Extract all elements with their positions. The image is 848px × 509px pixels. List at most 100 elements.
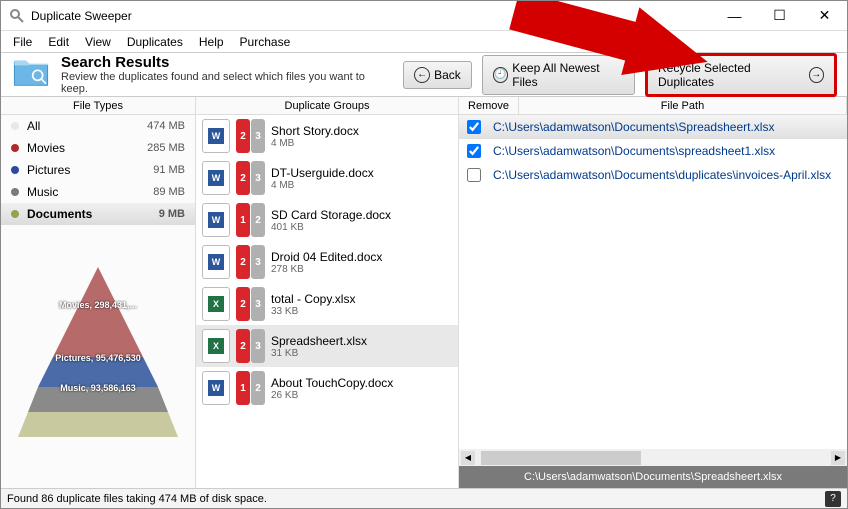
pyr-music: Music, 93,586,163 xyxy=(60,383,136,393)
group-filesize: 26 KB xyxy=(271,390,393,401)
filetype-label: Pictures xyxy=(27,163,145,177)
dup-count-badges: 12 xyxy=(236,203,265,237)
dup-count-badges: 12 xyxy=(236,371,265,405)
group-row[interactable]: X 23 total - Copy.xlsx 33 KB xyxy=(196,283,458,325)
back-label: Back xyxy=(434,68,461,82)
pyr-movies: Movies, 298,431,... xyxy=(59,300,137,310)
selected-path-footer: C:\Users\adamwatson\Documents\Spreadshee… xyxy=(459,466,847,488)
word-doc-icon: W xyxy=(202,203,230,237)
group-filename: total - Copy.xlsx xyxy=(271,292,355,306)
group-row[interactable]: X 23 Spreadsheert.xlsx 31 KB xyxy=(196,325,458,367)
group-filesize: 401 KB xyxy=(271,222,391,233)
minimize-button[interactable]: — xyxy=(712,1,757,31)
group-filesize: 278 KB xyxy=(271,264,382,275)
group-filesize: 4 MB xyxy=(271,180,374,191)
filetype-label: Documents xyxy=(27,207,151,221)
file-row[interactable]: C:\Users\adamwatson\Documents\spreadshee… xyxy=(459,139,847,163)
word-doc-icon: W xyxy=(202,119,230,153)
group-row[interactable]: W 12 SD Card Storage.docx 401 KB xyxy=(196,199,458,241)
dup-count-badges: 23 xyxy=(236,245,265,279)
word-doc-icon: W xyxy=(202,371,230,405)
excel-doc-icon: X xyxy=(202,329,230,363)
group-filesize: 4 MB xyxy=(271,138,359,149)
menu-edit[interactable]: Edit xyxy=(40,33,77,51)
col-filetypes: File Types xyxy=(1,97,196,114)
remove-checkbox[interactable] xyxy=(467,168,481,182)
scroll-left-icon[interactable]: ◀ xyxy=(461,451,475,465)
remove-checkbox[interactable] xyxy=(467,144,481,158)
filetype-size: 89 MB xyxy=(153,186,185,198)
filetype-row-pictures[interactable]: Pictures 91 MB xyxy=(1,159,195,181)
filetype-row-documents[interactable]: Documents 9 MB xyxy=(1,203,195,225)
file-row[interactable]: C:\Users\adamwatson\Documents\duplicates… xyxy=(459,163,847,187)
status-text: Found 86 duplicate files taking 474 MB o… xyxy=(7,493,267,505)
back-button[interactable]: ← Back xyxy=(403,61,472,89)
filetype-dot-icon xyxy=(11,210,19,218)
filetype-row-music[interactable]: Music 89 MB xyxy=(1,181,195,203)
close-button[interactable]: ✕ xyxy=(802,1,847,31)
keep-newest-button[interactable]: 🕘 Keep All Newest Files xyxy=(482,55,635,95)
filetype-size: 285 MB xyxy=(147,142,185,154)
group-filesize: 31 KB xyxy=(271,348,367,359)
file-path: C:\Users\adamwatson\Documents\Spreadshee… xyxy=(493,120,774,134)
group-filename: DT-Userguide.docx xyxy=(271,166,374,180)
group-row[interactable]: W 12 About TouchCopy.docx 26 KB xyxy=(196,367,458,409)
group-row[interactable]: W 23 DT-Userguide.docx 4 MB xyxy=(196,157,458,199)
clock-icon: 🕘 xyxy=(493,67,508,83)
filetype-size: 9 MB xyxy=(159,208,185,220)
filetype-dot-icon xyxy=(11,166,19,174)
maximize-button[interactable]: ☐ xyxy=(757,1,802,31)
help-wizard-icon[interactable]: ? xyxy=(825,491,841,507)
horizontal-scrollbar[interactable]: ◀ ▶ xyxy=(459,449,847,466)
filetype-dot-icon xyxy=(11,122,19,130)
filetype-size: 91 MB xyxy=(153,164,185,176)
group-row[interactable]: W 23 Short Story.docx 4 MB xyxy=(196,115,458,157)
group-filename: About TouchCopy.docx xyxy=(271,376,393,390)
group-filesize: 33 KB xyxy=(271,306,355,317)
col-filepath: File Path xyxy=(519,97,847,114)
dup-count-badges: 23 xyxy=(236,287,265,321)
pyr-pictures: Pictures, 95,476,530 xyxy=(55,353,141,363)
excel-doc-icon: X xyxy=(202,287,230,321)
menu-duplicates[interactable]: Duplicates xyxy=(119,33,191,51)
group-filename: SD Card Storage.docx xyxy=(271,208,391,222)
filetype-row-all[interactable]: All 474 MB xyxy=(1,115,195,137)
filetype-label: Movies xyxy=(27,141,139,155)
menu-purchase[interactable]: Purchase xyxy=(232,33,299,51)
filetype-label: All xyxy=(27,119,139,133)
window-title: Duplicate Sweeper xyxy=(31,9,712,23)
file-path: C:\Users\adamwatson\Documents\spreadshee… xyxy=(493,144,775,158)
scroll-right-icon[interactable]: ▶ xyxy=(831,451,845,465)
remove-checkbox[interactable] xyxy=(467,120,481,134)
folder-search-icon xyxy=(11,52,51,97)
filetype-label: Music xyxy=(27,185,145,199)
filetype-dot-icon xyxy=(11,144,19,152)
group-row[interactable]: W 23 Droid 04 Edited.docx 278 KB xyxy=(196,241,458,283)
filetype-size: 474 MB xyxy=(147,120,185,132)
forward-arrow-icon: → xyxy=(809,67,824,83)
back-arrow-icon: ← xyxy=(414,67,430,83)
group-filename: Spreadsheert.xlsx xyxy=(271,334,367,348)
word-doc-icon: W xyxy=(202,245,230,279)
file-path: C:\Users\adamwatson\Documents\duplicates… xyxy=(493,168,831,182)
dup-count-badges: 23 xyxy=(236,161,265,195)
app-icon xyxy=(9,8,25,24)
word-doc-icon: W xyxy=(202,161,230,195)
recycle-button[interactable]: Recycle Selected Duplicates → xyxy=(645,53,837,97)
page-subtitle: Review the duplicates found and select w… xyxy=(61,71,383,95)
menu-help[interactable]: Help xyxy=(191,33,232,51)
file-row[interactable]: C:\Users\adamwatson\Documents\Spreadshee… xyxy=(459,115,847,139)
scroll-thumb[interactable] xyxy=(481,451,641,465)
page-title: Search Results xyxy=(61,54,383,71)
recycle-label: Recycle Selected Duplicates xyxy=(658,61,805,89)
pyramid-chart: Movies, 298,431,... Pictures, 95,476,530… xyxy=(1,225,195,488)
keep-label: Keep All Newest Files xyxy=(512,61,624,89)
menu-file[interactable]: File xyxy=(5,33,40,51)
filetype-dot-icon xyxy=(11,188,19,196)
col-remove: Remove xyxy=(459,97,519,114)
dup-count-badges: 23 xyxy=(236,119,265,153)
group-filename: Short Story.docx xyxy=(271,124,359,138)
col-groups: Duplicate Groups xyxy=(196,97,459,114)
filetype-row-movies[interactable]: Movies 285 MB xyxy=(1,137,195,159)
menu-view[interactable]: View xyxy=(77,33,119,51)
